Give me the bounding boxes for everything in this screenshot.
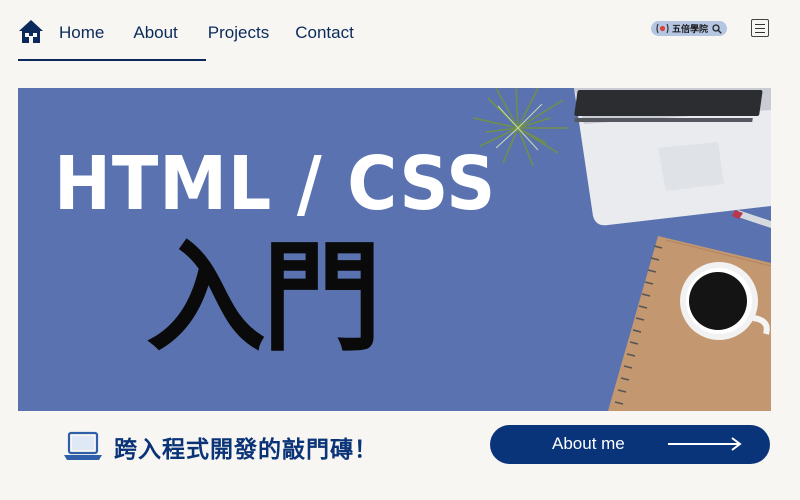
about-me-button[interactable]: About me	[490, 425, 770, 464]
brand-badge[interactable]: 五倍學院	[651, 21, 728, 36]
nav-link-projects[interactable]: Projects	[208, 23, 269, 43]
hero-subtitle: 入門	[146, 229, 382, 368]
hero-banner: HTML / CSS 入門	[18, 88, 771, 411]
nav-links: Home About Projects Contact	[59, 23, 354, 43]
nav-link-contact[interactable]: Contact	[295, 23, 354, 43]
pen-illustration	[732, 210, 771, 228]
laptop-illustration	[574, 88, 771, 226]
nav-link-home[interactable]: Home	[59, 23, 104, 43]
about-me-label: About me	[552, 434, 625, 453]
house-icon[interactable]	[18, 18, 44, 44]
laptop-icon	[64, 431, 102, 460]
desk-illustration	[472, 88, 771, 411]
brand-logo-icon	[656, 23, 669, 34]
tagline-text: 跨入程式開發的敲門磚！	[114, 436, 378, 462]
arrow-right-icon	[668, 437, 742, 451]
search-icon[interactable]	[712, 23, 722, 34]
hero-title: HTML / CSS	[54, 141, 497, 227]
hamburger-menu-icon[interactable]	[751, 19, 769, 37]
brand-name: 五倍學院	[672, 24, 709, 34]
nav-link-about[interactable]: About	[133, 23, 177, 43]
active-nav-underline	[18, 59, 206, 61]
top-navbar: Home About Projects Contact 五倍學院	[0, 0, 800, 70]
tagline: 跨入程式開發的敲門磚！	[62, 430, 378, 464]
